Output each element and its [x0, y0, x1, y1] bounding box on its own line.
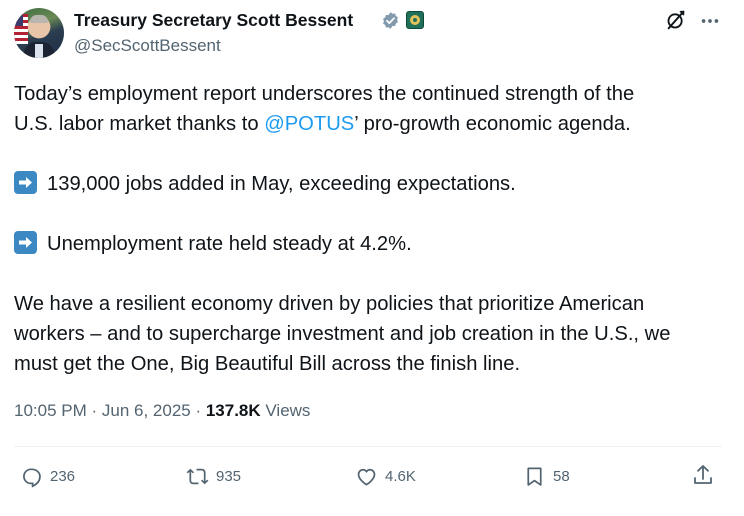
like-button[interactable]: 4.6K — [355, 463, 416, 489]
handle[interactable]: @SecScottBessent — [74, 36, 221, 56]
repost-button[interactable]: 935 — [186, 463, 241, 489]
intro-line-2: U.S. labor market thanks to @POTUS’ pro-… — [14, 113, 631, 135]
verified-badge-icon[interactable] — [381, 11, 400, 30]
closing-line-3: must get the One, Big Beautiful Bill acr… — [14, 353, 521, 375]
avatar[interactable] — [14, 8, 64, 58]
closing-line-1: We have a resilient economy driven by po… — [14, 293, 645, 315]
repost-count: 935 — [216, 467, 242, 485]
bookmark-count: 58 — [553, 467, 570, 485]
flag-graphic — [14, 14, 28, 44]
views-count[interactable]: 137.8K — [206, 401, 261, 420]
reply-icon — [23, 467, 41, 488]
divider — [14, 446, 722, 447]
timestamp-date[interactable]: Jun 6, 2025 — [102, 401, 191, 420]
repost-icon — [186, 468, 209, 484]
intro-line-1: Today’s employment report underscores th… — [14, 83, 635, 105]
closing-line-2: workers – and to supercharge investment … — [14, 323, 671, 345]
mention-link[interactable]: @POTUS — [264, 113, 354, 135]
bullet-unemployment: Unemployment rate held steady at 4.2%. — [14, 229, 734, 259]
views-label: Views — [260, 401, 311, 420]
share-icon[interactable] — [691, 463, 715, 487]
bookmark-icon — [527, 466, 542, 486]
display-name[interactable]: Treasury Secretary Scott Bessent — [74, 10, 353, 31]
grok-icon[interactable] — [665, 9, 687, 31]
timestamp-time[interactable]: 10:05 PM — [14, 401, 87, 420]
bookmark-button[interactable]: 58 — [523, 463, 570, 489]
agency-affiliate-icon[interactable] — [406, 11, 424, 29]
arrow-right-emoji-icon — [14, 231, 37, 254]
like-icon — [357, 468, 376, 486]
bullet-jobs: 139,000 jobs added in May, exceeding exp… — [14, 169, 734, 199]
more-icon[interactable] — [699, 10, 721, 32]
arrow-right-emoji-icon — [14, 171, 37, 194]
tweet-meta: 10:05 PM · Jun 6, 2025 · 137.8K Views — [14, 401, 311, 420]
like-count: 4.6K — [385, 467, 416, 485]
reply-button[interactable]: 236 — [20, 463, 75, 489]
reply-count: 236 — [50, 467, 76, 485]
tweet-text: Today’s employment report underscores th… — [14, 79, 734, 379]
